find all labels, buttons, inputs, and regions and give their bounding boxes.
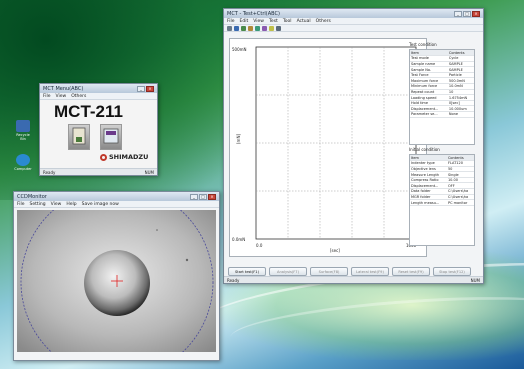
recycle-bin-icon[interactable]: Recycle Bin xyxy=(13,120,33,141)
contents-cell: PC monitor xyxy=(446,199,474,206)
action-button[interactable]: Reset test(F9) xyxy=(392,267,430,276)
status-text: Ready xyxy=(227,277,240,283)
mct-menu-window[interactable]: MCT Menu(ABC) _ × File View Others MCT-2… xyxy=(39,83,158,176)
light-icon[interactable] xyxy=(269,25,274,31)
maximize-icon[interactable]: □ xyxy=(199,193,207,200)
computer-icon-image xyxy=(16,154,30,166)
table-row[interactable]: Length measu... PC monitor xyxy=(410,199,474,206)
maximize-icon[interactable]: □ xyxy=(463,10,471,17)
save-icon[interactable] xyxy=(241,25,246,31)
close-icon[interactable]: × xyxy=(472,10,480,17)
menu-help[interactable]: Help xyxy=(66,202,76,207)
menu-others[interactable]: Others xyxy=(316,19,331,24)
menu-view[interactable]: View xyxy=(51,202,62,207)
test-launcher-icon[interactable] xyxy=(68,124,90,150)
table-row[interactable]: Parameter se... None xyxy=(410,111,474,118)
y-axis-top-label: 500mN xyxy=(232,47,247,52)
ccd-image-svg xyxy=(17,210,216,352)
debris-dot xyxy=(156,229,158,231)
menu-view[interactable]: View xyxy=(253,19,264,24)
menu-setting[interactable]: Setting xyxy=(30,202,46,207)
analysis-launcher-icon[interactable] xyxy=(100,124,122,150)
initial-condition-table[interactable]: Item Contents Indenter type FLAT120 Objectiv… xyxy=(409,154,475,246)
num-indicator: NUM xyxy=(470,277,480,283)
new-icon[interactable] xyxy=(227,25,232,31)
x-axis-label: [sec] xyxy=(330,248,340,253)
test-window-menubar: File Edit View Test Tool Actual Others xyxy=(224,18,483,25)
mct-menu-titlebar[interactable]: MCT Menu(ABC) _ × xyxy=(40,84,157,93)
action-button[interactable]: Start test(F1) xyxy=(228,267,266,276)
desktop-icon-label: Recycle Bin xyxy=(16,133,30,141)
ccd-camera-view[interactable] xyxy=(17,210,216,352)
action-button[interactable]: Stop test(F12) xyxy=(433,267,471,276)
ccd-titlebar[interactable]: CCDMonitor _ □ × xyxy=(14,192,219,201)
action-button[interactable]: Surface(F8) xyxy=(310,267,348,276)
brand-name: SHIMADZU xyxy=(109,153,149,161)
minimize-icon[interactable]: _ xyxy=(137,85,145,92)
status-text: Ready xyxy=(43,169,56,175)
debris-dot xyxy=(185,258,189,262)
menu-actual[interactable]: Actual xyxy=(297,19,311,24)
minimize-icon[interactable]: _ xyxy=(190,193,198,200)
help-icon[interactable] xyxy=(276,25,281,31)
analysis-launcher-icon-glyph xyxy=(103,128,119,144)
open-icon[interactable] xyxy=(234,25,239,31)
mct-menu-body: MCT-211 SHIMADZU xyxy=(40,100,157,168)
menu-file[interactable]: File xyxy=(17,202,25,207)
menu-tool[interactable]: Tool xyxy=(283,19,292,24)
model-name: MCT-211 xyxy=(54,102,123,121)
menu-view[interactable]: View xyxy=(56,94,67,99)
ccd-title: CCDMonitor xyxy=(17,193,47,200)
ccd-menubar: File Setting View Help Save image now xyxy=(14,201,219,208)
minimize-icon[interactable]: _ xyxy=(454,10,462,17)
graph-icon[interactable] xyxy=(255,25,260,31)
computer-icon[interactable]: Computer xyxy=(13,154,33,171)
force-graph-svg: 500mN 0.0mN [mN] 0.0 1000 [sec] xyxy=(232,46,417,253)
action-button[interactable]: Lateral test(F9) xyxy=(351,267,389,276)
menu-file[interactable]: File xyxy=(227,19,235,24)
ccd-monitor-window[interactable]: CCDMonitor _ □ × File Setting View Help … xyxy=(13,191,220,361)
test-window-statusbar: Ready NUM xyxy=(224,276,483,283)
test-launcher-icon-glyph xyxy=(72,127,86,145)
menu-test[interactable]: Test xyxy=(269,19,278,24)
item-cell: Parameter se... xyxy=(410,111,448,118)
test-condition-title: Test condition xyxy=(409,42,437,47)
shimadzu-logo: SHIMADZU xyxy=(100,153,148,161)
mct-menu-title: MCT Menu(ABC) xyxy=(43,85,84,92)
contents-cell: None xyxy=(447,111,474,118)
settings-icon[interactable] xyxy=(262,25,267,31)
item-cell: Length measu... xyxy=(410,199,447,206)
menu-others[interactable]: Others xyxy=(71,94,86,99)
menu-save-image[interactable]: Save image now xyxy=(82,202,119,207)
test-window-titlebar[interactable]: MCT - Test+Ctrl(ABC) _ □ × xyxy=(224,9,483,18)
menu-edit[interactable]: Edit xyxy=(240,19,249,24)
print-icon[interactable] xyxy=(248,25,253,31)
desktop-icon-label: Computer xyxy=(14,167,32,171)
close-icon[interactable]: × xyxy=(208,193,216,200)
num-indicator: NUM xyxy=(144,169,154,175)
test-window-title: MCT - Test+Ctrl(ABC) xyxy=(227,10,280,17)
y-axis-bottom-label: 0.0mN xyxy=(232,237,245,242)
action-button[interactable]: Analysis(F7) xyxy=(269,267,307,276)
close-icon[interactable]: × xyxy=(146,85,154,92)
test-window[interactable]: MCT - Test+Ctrl(ABC) _ □ × File Edit Vie… xyxy=(223,8,484,284)
test-condition-table[interactable]: Item Contents Test mode Cycle Sample name SAM… xyxy=(409,49,475,145)
test-window-toolbar xyxy=(224,25,483,32)
force-graph: 500mN 0.0mN [mN] 0.0 1000 [sec] xyxy=(229,38,427,257)
action-button-row: Start test(F1) Analysis(F7) Surface(F8) Lat… xyxy=(228,267,474,276)
menu-file[interactable]: File xyxy=(43,94,51,99)
mct-menu-menubar: File View Others xyxy=(40,93,157,100)
mct-menu-statusbar: Ready NUM xyxy=(40,168,157,175)
shimadzu-mark-icon xyxy=(100,153,107,161)
x-axis-left-label: 0.0 xyxy=(256,243,263,248)
recycle-bin-icon-image xyxy=(16,120,30,132)
initial-condition-title: Initial condition xyxy=(409,147,440,152)
y-axis-label: [mN] xyxy=(236,134,241,144)
